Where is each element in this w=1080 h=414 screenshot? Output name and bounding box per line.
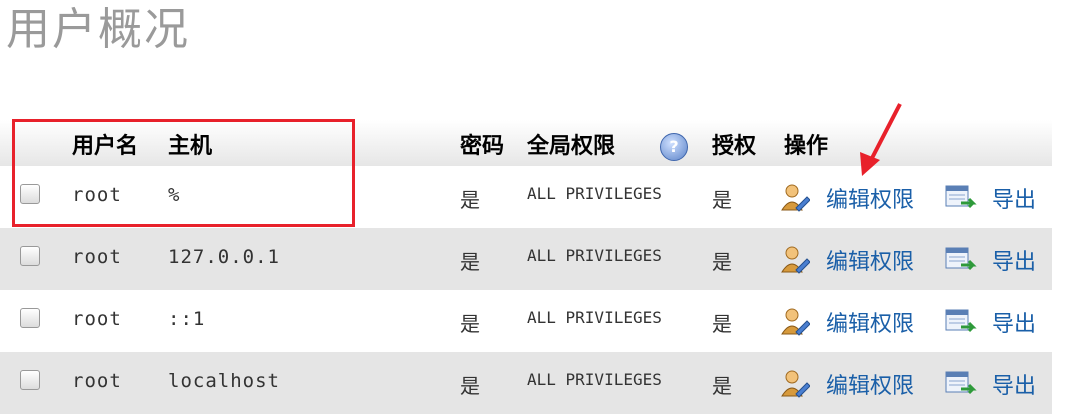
export-link[interactable]: 导出 [992, 306, 1036, 338]
export-icon[interactable] [945, 184, 977, 210]
grant-cell: 是 [712, 188, 732, 212]
user-cell: root [72, 308, 122, 330]
privileges-cell: ALL PRIVILEGES [527, 246, 662, 265]
privileges-cell: ALL PRIVILEGES [527, 370, 662, 389]
grant-cell: 是 [712, 312, 732, 336]
user-edit-icon[interactable] [780, 182, 810, 212]
privileges-cell: ALL PRIVILEGES [527, 184, 662, 203]
table-row: root 127.0.0.1 是 ALL PRIVILEGES 是 编辑权限 导… [0, 228, 1052, 290]
user-edit-icon[interactable] [780, 244, 810, 274]
grant-cell: 是 [712, 250, 732, 274]
export-link[interactable]: 导出 [992, 182, 1036, 214]
host-cell: ::1 [168, 308, 206, 330]
header-global-privileges: 全局权限 [527, 134, 616, 159]
annotation-arrow-icon [860, 103, 902, 176]
host-cell: 127.0.0.1 [168, 246, 280, 268]
edit-privileges-link[interactable]: 编辑权限 [826, 368, 914, 400]
privileges-cell: ALL PRIVILEGES [527, 308, 662, 327]
password-cell: 是 [460, 312, 480, 336]
edit-privileges-link[interactable]: 编辑权限 [826, 244, 914, 276]
header-action: 操作 [784, 134, 829, 159]
page-title: 用户概况 [6, 4, 190, 55]
table-row: root ::1 是 ALL PRIVILEGES 是 编辑权限 导出 [0, 290, 1052, 352]
grant-cell: 是 [712, 374, 732, 398]
password-cell: 是 [460, 188, 480, 212]
user-edit-icon[interactable] [780, 368, 810, 398]
export-link[interactable]: 导出 [992, 244, 1036, 276]
user-cell: root [72, 246, 122, 268]
export-icon[interactable] [945, 246, 977, 272]
user-cell: root [72, 370, 122, 392]
export-icon[interactable] [945, 308, 977, 334]
row-checkbox[interactable] [20, 370, 40, 390]
edit-privileges-link[interactable]: 编辑权限 [826, 182, 914, 214]
highlight-box [12, 119, 355, 227]
row-checkbox[interactable] [20, 308, 40, 328]
password-cell: 是 [460, 250, 480, 274]
header-password: 密码 [460, 134, 505, 159]
export-link[interactable]: 导出 [992, 368, 1036, 400]
host-cell: localhost [168, 370, 280, 392]
header-grant: 授权 [712, 134, 757, 159]
user-edit-icon[interactable] [780, 306, 810, 336]
table-row: root localhost 是 ALL PRIVILEGES 是 编辑权限 导… [0, 352, 1052, 414]
help-icon[interactable]: ? [660, 133, 688, 161]
export-icon[interactable] [945, 370, 977, 396]
row-checkbox[interactable] [20, 246, 40, 266]
edit-privileges-link[interactable]: 编辑权限 [826, 306, 914, 338]
password-cell: 是 [460, 374, 480, 398]
